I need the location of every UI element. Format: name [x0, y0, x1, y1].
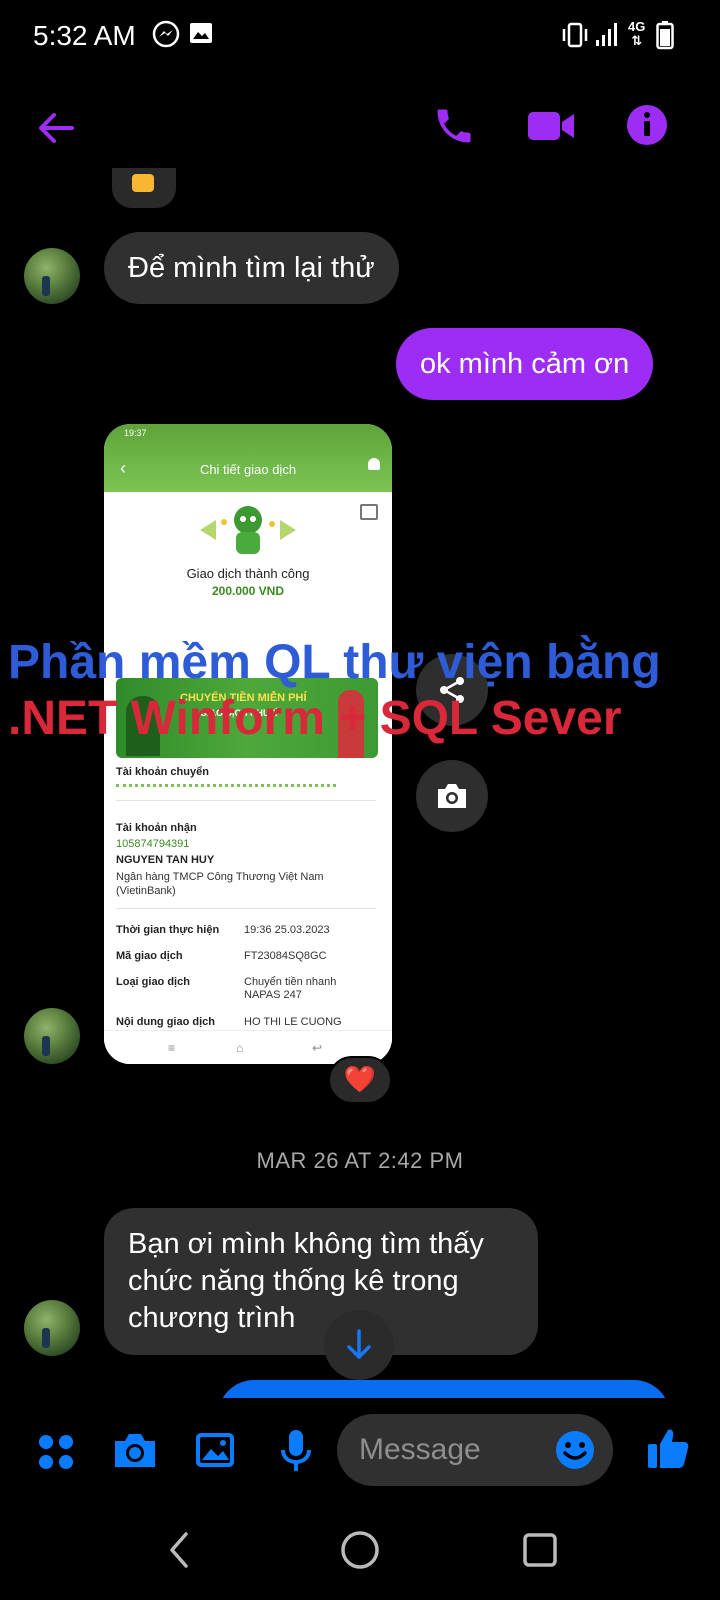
recipient-account: 105874794391: [116, 838, 190, 850]
system-nav-bar: [0, 1510, 720, 1600]
network-type-label: 4G: [628, 19, 646, 34]
receipt-amount: 200.000 VND: [211, 584, 285, 598]
receipt-result: Giao dịch thành công: [186, 566, 310, 581]
video-call-icon[interactable]: [526, 104, 576, 153]
like-icon[interactable]: [646, 1426, 690, 1475]
status-bar: 5:32 AM 4G ⇅: [0, 0, 720, 72]
print-icon: [360, 504, 378, 520]
divider: [116, 908, 376, 909]
gallery-icon[interactable]: [194, 1430, 236, 1475]
row-label: Nội dung giao dịch: [116, 1016, 215, 1028]
source-account-masked: [116, 784, 336, 787]
nav-recents-icon[interactable]: [522, 1532, 558, 1573]
message-text: Để mình tìm lại thử: [128, 252, 375, 284]
row-label: Mã giao dịch: [116, 950, 183, 962]
receipt-status-time: 19:37: [124, 428, 147, 438]
receipt-header: 19:37 ‹ Chi tiết giao dịch: [104, 424, 392, 492]
watermark-line-1: Phần mềm QL thư viện bằng: [8, 636, 661, 689]
receipt-bell-icon: [368, 458, 380, 470]
signal-icon: [594, 20, 620, 53]
nav-back-icon[interactable]: [164, 1530, 194, 1575]
camera-icon: [438, 784, 466, 808]
row-label: Loại giao dịch: [116, 976, 190, 988]
receipt-title: Chi tiết giao dịch: [199, 462, 297, 477]
timestamp-divider: MAR 26 AT 2:42 PM: [256, 1148, 464, 1173]
source-account-label: Tài khoản chuyển: [116, 766, 209, 778]
mascot-icon: [196, 502, 300, 558]
vibrate-icon: [560, 20, 590, 55]
row-value: Chuyển tiền nhanh NAPAS 247: [244, 976, 337, 1001]
scroll-to-bottom-button[interactable]: [324, 1310, 394, 1380]
status-time: 5:32 AM: [33, 20, 136, 51]
row-value: FT23084SQ8GC: [244, 950, 327, 962]
heart-icon: ❤️: [343, 1064, 377, 1094]
emoji-icon[interactable]: [555, 1430, 595, 1475]
message-bubble-incoming[interactable]: Bạn ơi mình không tìm thấy chức năng thố…: [104, 1208, 538, 1355]
heart-reaction[interactable]: ❤️: [328, 1056, 392, 1104]
network-type-icon: 4G ⇅: [628, 19, 646, 48]
receipt-body: Giao dịch thành công 200.000 VND CHUYỂN …: [104, 492, 392, 1064]
battery-icon: [656, 20, 674, 55]
message-text: Bạn ơi mình không tìm thấy chức năng thố…: [128, 1228, 484, 1334]
conversation-header: [0, 90, 720, 170]
phone-icon[interactable]: [432, 104, 476, 153]
message-text: ok mình cảm ơn: [420, 348, 630, 380]
camera-button[interactable]: [416, 760, 488, 832]
camera-icon[interactable]: [112, 1430, 158, 1475]
messenger-screen: 5:32 AM 4G ⇅ Để mình tìm lại thử ok mình…: [0, 0, 720, 1600]
avatar[interactable]: [24, 1008, 80, 1064]
watermark-line-2: .NET Winform + SQL Sever: [8, 692, 622, 745]
previous-reaction: [112, 168, 176, 208]
recipient-bank: Ngân hàng TMCP Công Thương Việt Nam (Vie…: [116, 871, 324, 897]
messenger-notification-icon: [152, 20, 180, 53]
recipient-label: Tài khoản nhận: [116, 822, 197, 834]
back-arrow-icon[interactable]: [36, 108, 76, 153]
row-value: 19:36 25.03.2023: [244, 924, 330, 936]
recipient-name: NGUYEN TAN HUY: [116, 854, 215, 866]
avatar[interactable]: [24, 1300, 80, 1356]
apps-icon[interactable]: [36, 1432, 76, 1477]
message-input-box[interactable]: [337, 1414, 613, 1486]
message-input[interactable]: [359, 1428, 549, 1472]
thumbs-icon: [132, 174, 154, 192]
row-label: Thời gian thực hiện: [116, 924, 220, 936]
message-bubble-outgoing[interactable]: ok mình cảm ơn: [396, 328, 654, 400]
nav-home-icon[interactable]: [340, 1530, 380, 1575]
info-icon[interactable]: [626, 104, 668, 151]
divider: [116, 800, 376, 801]
avatar[interactable]: [24, 248, 80, 304]
message-bubble-incoming[interactable]: Để mình tìm lại thử: [104, 232, 399, 304]
image-notification-icon: [188, 20, 214, 51]
mic-icon[interactable]: [278, 1428, 314, 1479]
arrow-down-icon: [347, 1329, 371, 1359]
